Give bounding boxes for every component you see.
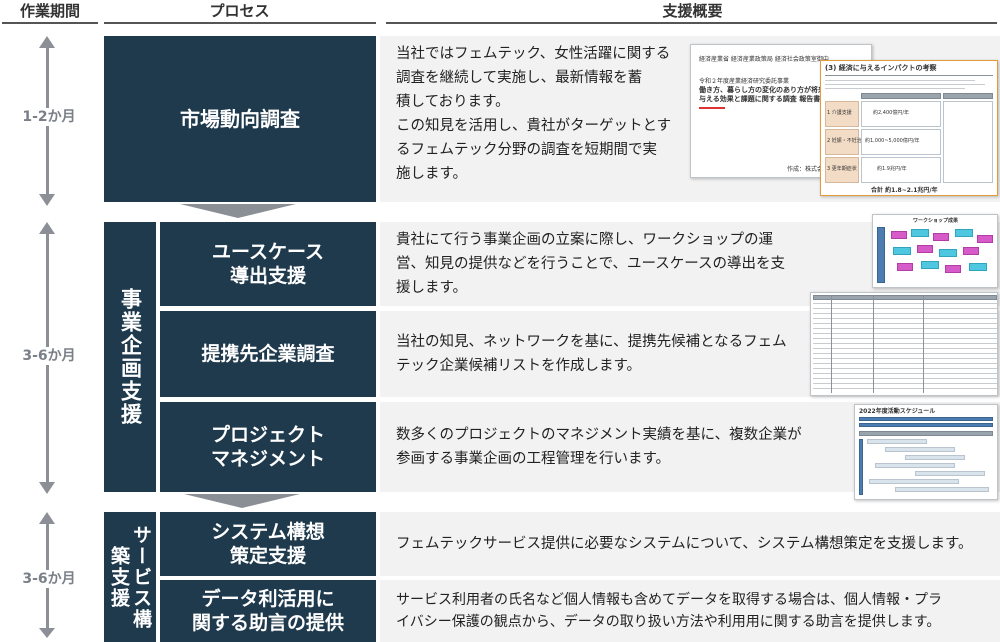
table-row [813,353,997,354]
period-label-2: 3-6か月 [10,347,88,365]
group-label-business-planning: 事業企画支援 [104,222,156,492]
desc-data-advice: サービス利用者の氏名など個人情報も含めてデータを取得する場合は、個人情報・プラ … [380,580,1000,642]
schedule-task [869,479,959,484]
table-row [813,303,997,304]
impact-panel-thumbnail: (3) 経済に与えるインパクトの考察 1 介護支援 2 妊娠・不妊治療 3 更年… [820,60,998,196]
chevron-down-icon [184,494,300,508]
table-column [873,295,874,393]
schedule-thumbnail: 2022年度活動スケジュール [854,404,998,500]
schedule-header [859,431,993,436]
period-arrow-down-icon [39,628,55,638]
desc-system-plan: フェムテックサービス提供に必要なシステムについて、システム構想策定を支援します。 [380,512,1000,576]
workshop-node [917,245,933,253]
panel-total: 合計 約1.8~2.1兆円/年 [871,187,938,194]
table-row [813,348,997,349]
workshop-diagram-thumbnail: ワークショップ成果 [872,214,998,288]
report-line-2: 令和２年度産業経済研究委託事業 [699,78,790,85]
header-overview: 支援概要 [662,2,723,20]
schedule-task [875,463,955,468]
period-arrow-down-icon [39,194,55,206]
workshop-node [955,229,973,237]
process-data-advice: データ利活用に 関する助言の提供 [160,580,376,642]
workshop-node [893,247,911,255]
table-row [813,388,997,389]
panel-rule [825,75,993,76]
panel-row-label: 1 介護支援 [827,110,852,116]
report-line-1: 経済産業省 経済産業政策局 経済社会政策室御中 [699,56,829,63]
table-row [813,323,997,324]
chevron-down-icon [180,204,296,218]
table-row [813,308,997,309]
panel-value: 約2,400億円/年 [873,110,909,116]
table-row [813,328,997,329]
report-line-4: 与える効果と課題に関する調査 報告書（概 [699,95,835,103]
workshop-sidebar [877,227,885,283]
period-label-3: 3-6か月 [10,570,88,588]
table-column [923,295,924,393]
header-line-process [104,22,376,24]
panel-text [825,84,985,85]
table-row [813,338,997,339]
panel-title: (3) 経済に与えるインパクトの考察 [825,64,937,72]
schedule-task [915,471,985,476]
panel-note-cell [943,101,993,183]
report-line-3: 働き方、暮らし方の変化のあり方が将来の日 [699,86,839,94]
schedule-bar [859,417,993,421]
table-row [813,318,997,319]
workshop-node [897,263,913,271]
process-project-management: プロジェクト マネジメント [160,402,376,492]
workshop-node [921,261,939,269]
report-underline [699,107,725,109]
table-row [813,363,997,364]
schedule-task [905,455,965,460]
workshop-node [933,233,949,241]
header-line-period [2,22,98,24]
table-row [813,373,997,374]
workshop-node [969,263,987,271]
schedule-title: 2022年度活動スケジュール [859,408,936,415]
partner-table-thumbnail [810,292,998,396]
process-market-research: 市場動向調査 [104,36,376,202]
panel-header-cell [861,93,941,99]
table-row [813,383,997,384]
group-label-service-building: サービス構築支援 [104,512,156,642]
panel-row-label: 3 更年期症状 [827,166,857,172]
table-column [831,295,832,393]
workshop-node [891,231,907,239]
schedule-bar [859,439,863,495]
schedule-task [895,487,989,492]
panel-text [825,88,965,89]
header-period: 作業期間 [19,2,80,20]
header-process: プロセス [209,2,270,20]
process-system-plan: システム構想 策定支援 [160,512,376,576]
workshop-node [963,247,979,255]
table-row [813,358,997,359]
panel-value: 約1,000~5,000億円/年 [865,138,920,144]
panel-value: 約1.9兆円/年 [877,166,907,172]
table-row [813,343,997,344]
table-row [813,333,997,334]
panel-text [825,80,975,81]
schedule-task [885,447,955,452]
schedule-bar [859,423,993,427]
header-line-overview [386,22,997,24]
table-header [813,295,997,300]
workshop-node [939,249,957,257]
period-arrow-down-icon [39,482,55,494]
workshop-node [945,265,961,273]
table-row [813,368,997,369]
process-usecase-support: ユースケース 導出支援 [160,222,376,306]
schedule-task [867,439,927,444]
table-row [813,313,997,314]
process-partner-research: 提携先企業調査 [160,311,376,397]
panel-header-cell [943,93,993,99]
workshop-title: ワークショップ成果 [913,218,959,224]
period-label-1: 1-2か月 [10,108,88,126]
workshop-node [977,235,993,243]
table-row [813,378,997,379]
workshop-node [911,229,929,237]
